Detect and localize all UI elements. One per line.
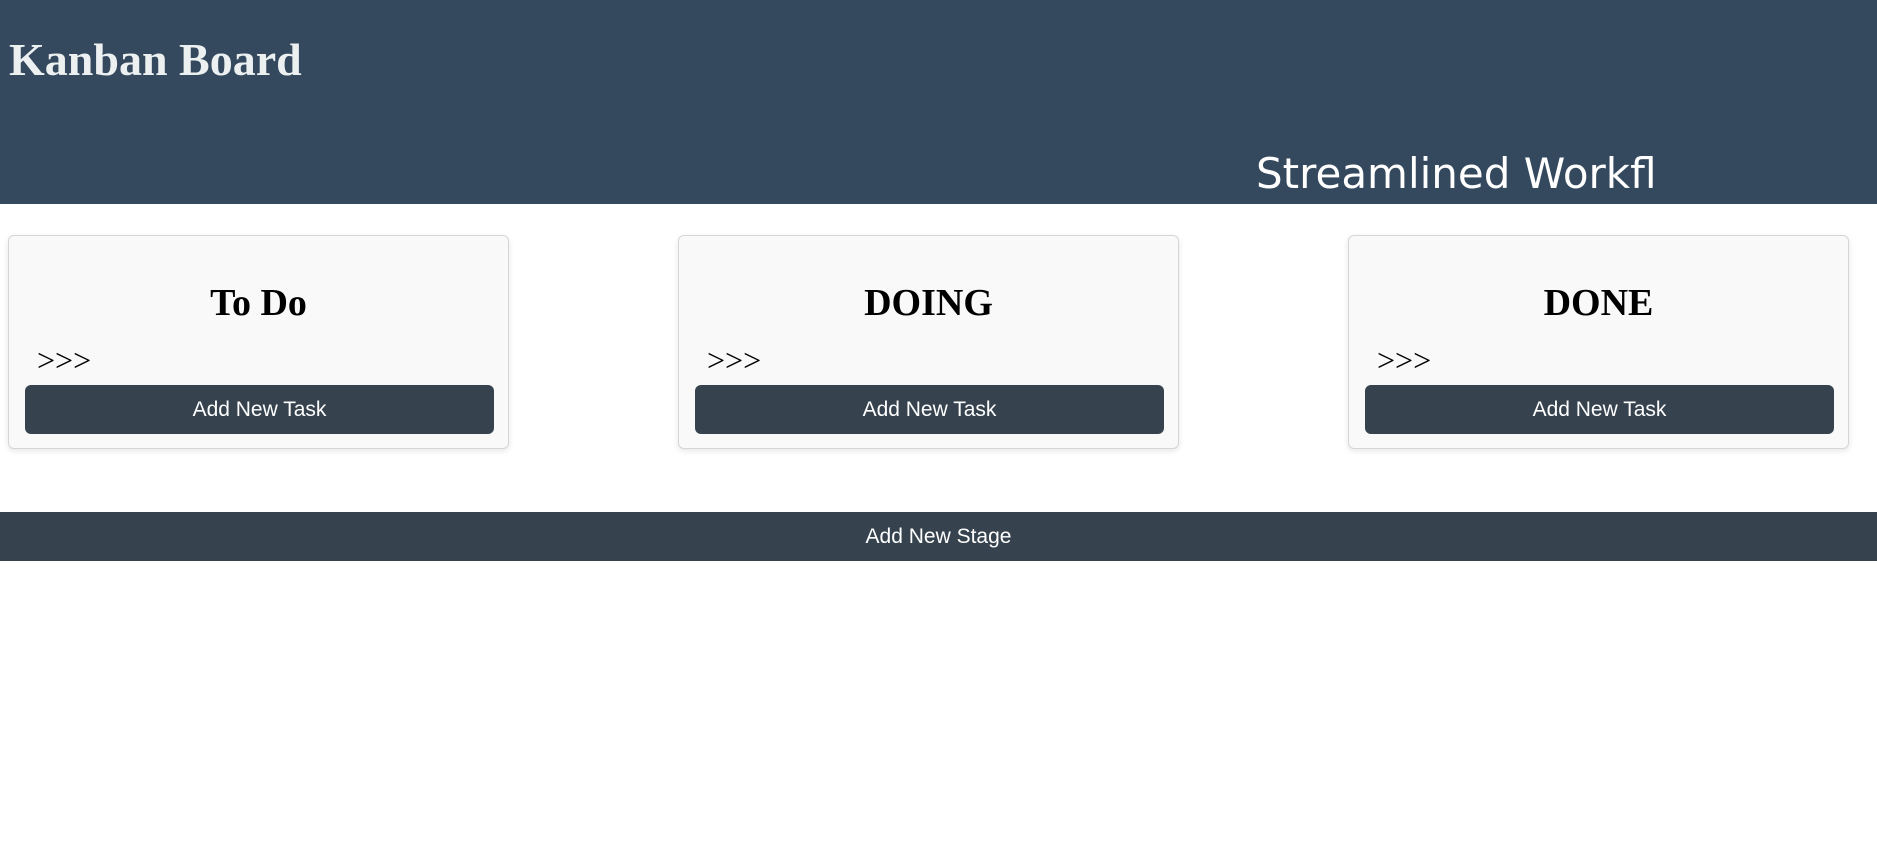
add-task-button[interactable]: Add New Task — [25, 385, 494, 434]
move-stage-arrows[interactable]: >>> — [37, 342, 91, 378]
add-stage-button[interactable]: Add New Stage — [0, 512, 1877, 561]
stage-title: DONE — [1543, 282, 1654, 324]
stage-card-doing: DOING >>> Add New Task — [678, 235, 1179, 449]
add-task-button[interactable]: Add New Task — [1365, 385, 1834, 434]
stage-title: DOING — [864, 282, 993, 324]
move-stage-arrows[interactable]: >>> — [1377, 342, 1431, 378]
stage-title: To Do — [210, 282, 307, 324]
stage-card-todo: To Do >>> Add New Task — [8, 235, 509, 449]
header-tagline: Streamlined Workfl — [1256, 149, 1656, 198]
add-task-button[interactable]: Add New Task — [695, 385, 1164, 434]
page-title: Kanban Board — [9, 34, 302, 85]
header: Kanban Board Streamlined Workfl — [0, 0, 1877, 204]
move-stage-arrows[interactable]: >>> — [707, 342, 761, 378]
stage-card-done: DONE >>> Add New Task — [1348, 235, 1849, 449]
